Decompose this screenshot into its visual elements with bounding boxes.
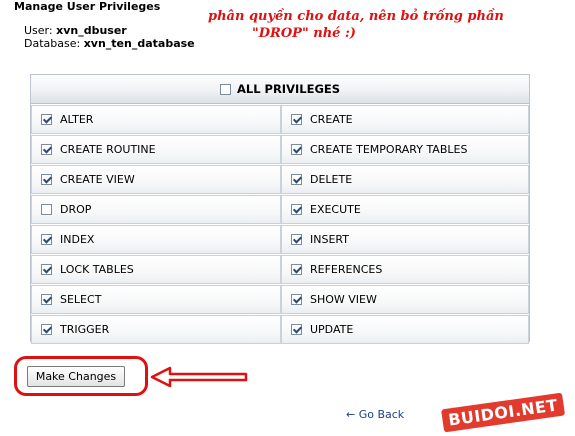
privilege-label: SHOW VIEW xyxy=(310,293,377,306)
annotation-line-1: phân quyền cho data, nên bỏ trống phần xyxy=(208,9,504,24)
privilege-label: DROP xyxy=(60,203,92,216)
privilege-select[interactable]: SELECT xyxy=(31,285,281,314)
user-info: User: xvn_dbuser xyxy=(24,24,127,37)
buidoi-watermark-logo: BUIDOI.NET xyxy=(436,388,570,436)
privilege-update[interactable]: UPDATE xyxy=(281,315,529,344)
all-privileges-label: ALL PRIVILEGES xyxy=(236,82,341,96)
privilege-label: CREATE VIEW xyxy=(60,173,135,186)
privilege-checkbox[interactable] xyxy=(291,144,302,155)
privilege-index[interactable]: INDEX xyxy=(31,225,281,254)
privilege-label: SELECT xyxy=(60,293,102,306)
privileges-grid: ALTER CREATE CREATE ROUTINE CREATE TEMPORAR… xyxy=(31,104,529,344)
privilege-label: ALTER xyxy=(60,113,94,126)
privilege-checkbox[interactable] xyxy=(41,264,52,275)
privilege-checkbox[interactable] xyxy=(291,204,302,215)
go-back-link[interactable]: ← Go Back xyxy=(346,408,404,421)
privilege-checkbox[interactable] xyxy=(291,294,302,305)
annotation-line-2: "DROP" nhé :) xyxy=(252,26,356,41)
privilege-label: DELETE xyxy=(310,173,353,186)
privilege-checkbox[interactable] xyxy=(291,324,302,335)
privileges-table: ALL PRIVILEGES ALTER CREATE CREATE ROUTINE… xyxy=(30,74,530,344)
privilege-label: UPDATE xyxy=(310,323,354,336)
privilege-checkbox[interactable] xyxy=(291,114,302,125)
privilege-trigger[interactable]: TRIGGER xyxy=(31,315,281,344)
privilege-lock-tables[interactable]: LOCK TABLES xyxy=(31,255,281,284)
privilege-checkbox[interactable] xyxy=(41,144,52,155)
all-privileges-checkbox[interactable] xyxy=(219,83,231,95)
privilege-alter[interactable]: ALTER xyxy=(31,105,281,134)
privilege-label: CREATE ROUTINE xyxy=(60,143,156,156)
privilege-checkbox[interactable] xyxy=(41,114,52,125)
privilege-label: CREATE xyxy=(310,113,353,126)
privilege-checkbox[interactable] xyxy=(41,204,52,215)
privilege-label: INDEX xyxy=(60,233,95,246)
privilege-create-view[interactable]: CREATE VIEW xyxy=(31,165,281,194)
annotation-note: phân quyền cho data, nên bỏ trống phần "… xyxy=(208,8,508,42)
privilege-references[interactable]: REFERENCES xyxy=(281,255,529,284)
privilege-label: LOCK TABLES xyxy=(60,263,134,276)
privilege-label: INSERT xyxy=(310,233,349,246)
database-info: Database: xvn_ten_database xyxy=(24,37,195,50)
privilege-checkbox[interactable] xyxy=(41,294,52,305)
privilege-show-view[interactable]: SHOW VIEW xyxy=(281,285,529,314)
privilege-checkbox[interactable] xyxy=(291,174,302,185)
privilege-label: EXECUTE xyxy=(310,203,361,216)
privilege-create-temporary-tables[interactable]: CREATE TEMPORARY TABLES xyxy=(281,135,529,164)
database-label: Database: xyxy=(24,37,81,50)
privilege-checkbox[interactable] xyxy=(291,264,302,275)
privilege-checkbox[interactable] xyxy=(41,324,52,335)
user-label: User: xyxy=(24,24,53,37)
privilege-drop[interactable]: DROP xyxy=(31,195,281,224)
privilege-delete[interactable]: DELETE xyxy=(281,165,529,194)
watermark-text: BUIDOI.NET xyxy=(440,392,566,432)
privilege-insert[interactable]: INSERT xyxy=(281,225,529,254)
privilege-checkbox[interactable] xyxy=(41,174,52,185)
make-changes-button[interactable]: Make Changes xyxy=(27,366,125,387)
privilege-label: TRIGGER xyxy=(60,323,110,336)
user-value: xvn_dbuser xyxy=(56,24,127,37)
pointer-arrow-icon xyxy=(150,366,248,388)
all-privileges-row[interactable]: ALL PRIVILEGES xyxy=(31,75,529,104)
privilege-checkbox[interactable] xyxy=(291,234,302,245)
privilege-execute[interactable]: EXECUTE xyxy=(281,195,529,224)
database-value: xvn_ten_database xyxy=(83,37,195,50)
privilege-create-routine[interactable]: CREATE ROUTINE xyxy=(31,135,281,164)
privilege-checkbox[interactable] xyxy=(41,234,52,245)
page-title: Manage User Privileges xyxy=(14,0,161,13)
privilege-create[interactable]: CREATE xyxy=(281,105,529,134)
privilege-label: REFERENCES xyxy=(310,263,383,276)
privilege-label: CREATE TEMPORARY TABLES xyxy=(310,143,468,156)
